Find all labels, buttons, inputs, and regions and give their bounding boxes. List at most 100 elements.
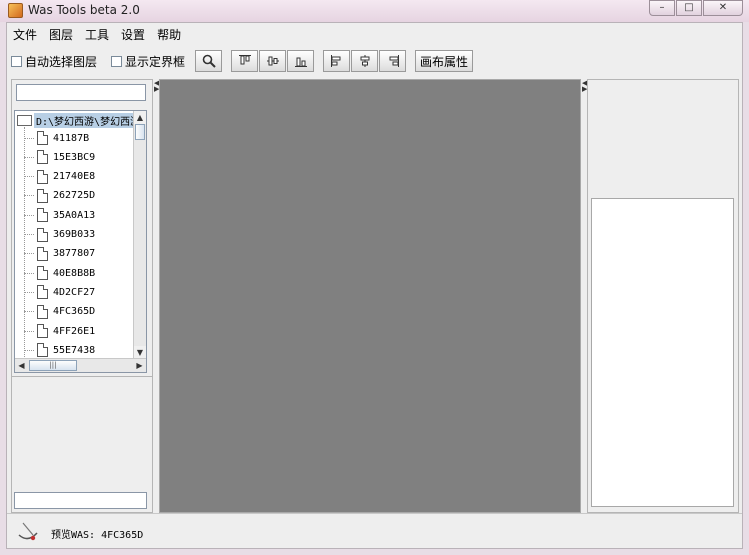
tree-node[interactable]: 4FF26E1 — [24, 322, 95, 340]
tree-node[interactable]: 262725D — [24, 187, 95, 205]
tree-connector — [24, 272, 34, 274]
align-vcenter-icon — [266, 56, 279, 66]
tree-node[interactable]: 369B033 — [24, 226, 95, 244]
tree-root-label: D:\梦幻西游\梦幻西游 — [34, 113, 143, 128]
tree-connector — [24, 137, 34, 139]
file-tree[interactable]: D:\梦幻西游\梦幻西游 41187B 15E3BC9 21740E8 262725D… — [14, 110, 147, 373]
zoom-button[interactable] — [195, 50, 223, 72]
tree-vertical-scrollbar[interactable]: ▲ ▼ — [133, 111, 146, 359]
menu-layer[interactable]: 图层 — [43, 26, 79, 43]
menu-tools[interactable]: 工具 — [79, 26, 115, 43]
align-right-button[interactable] — [379, 50, 407, 72]
preview-canvas[interactable] — [159, 79, 581, 513]
magnifier-icon — [202, 54, 216, 68]
show-bounds-label: 显示定界框 — [125, 54, 186, 69]
panel-divider[interactable] — [12, 376, 152, 377]
align-vcenter-button[interactable] — [259, 50, 287, 72]
align-hcenter-button[interactable] — [351, 50, 379, 72]
tree-node[interactable]: 55E7438 — [24, 341, 95, 359]
toolbar: 自动选择图层 显示定界框 画布属性 — [7, 47, 742, 75]
auto-select-layer-checkbox[interactable]: 自动选择图层 — [11, 53, 97, 70]
tree-node[interactable]: 3877807 — [24, 245, 95, 263]
tree-node[interactable]: 21740E8 — [24, 168, 95, 186]
folder-icon — [17, 115, 32, 126]
menu-settings[interactable]: 设置 — [115, 26, 151, 43]
layer-name-input[interactable] — [14, 492, 147, 509]
tree-node-label: 4FF26E1 — [53, 325, 96, 337]
show-bounds-checkbox[interactable]: 显示定界框 — [111, 53, 185, 70]
auto-select-layer-label: 自动选择图层 — [25, 54, 98, 69]
align-bottom-button[interactable] — [287, 50, 315, 72]
maximize-button[interactable]: □ — [676, 0, 702, 16]
checkbox-box[interactable] — [11, 55, 22, 67]
properties-area[interactable] — [591, 198, 734, 507]
tree-node-label: 40E8B8B — [53, 267, 96, 279]
tree-node-label: 369B033 — [53, 229, 96, 240]
file-icon — [37, 169, 48, 184]
scroll-left-icon[interactable]: ◀ — [15, 359, 28, 372]
align-top-icon — [238, 55, 251, 65]
canvas-properties-label: 画布属性 — [420, 54, 469, 69]
file-icon — [37, 208, 48, 223]
properties-panel — [587, 79, 739, 513]
tree-node-label: 15E3BC9 — [53, 151, 96, 163]
status-bar: 预览WAS: 4FC365D — [7, 513, 742, 550]
tree-horizontal-scrollbar[interactable]: ◀ ||| ▶ — [15, 358, 146, 372]
window-controls: – □ ✕ — [648, 0, 743, 16]
align-top-button[interactable] — [231, 50, 259, 72]
checkbox-box[interactable] — [111, 55, 123, 67]
scroll-thumb[interactable]: ||| — [29, 360, 77, 371]
app-icon — [8, 3, 23, 18]
title-bar: Was Tools beta 2.0 – □ ✕ — [0, 0, 749, 22]
tree-node[interactable]: 40E8B8B — [24, 264, 95, 282]
tree-node-label: 21740E8 — [53, 171, 96, 183]
tree-node-label: 35A0A13 — [53, 209, 96, 221]
menu-file[interactable]: 文件 — [7, 26, 43, 43]
tree-connector — [24, 176, 34, 178]
align-left-icon — [330, 55, 341, 67]
menu-bar: 文件 图层 工具 设置 帮助 — [7, 23, 742, 45]
file-icon — [37, 227, 48, 242]
scroll-thumb[interactable] — [135, 124, 145, 140]
align-left-button[interactable] — [323, 50, 351, 72]
app-client-area: 文件 图层 工具 设置 帮助 自动选择图层 显示定界框 画布属性 D:\梦幻西游… — [6, 22, 743, 549]
align-bottom-icon — [294, 57, 307, 67]
tree-node[interactable]: 15E3BC9 — [24, 148, 95, 166]
minimize-button[interactable]: – — [649, 0, 675, 16]
file-icon — [37, 246, 48, 261]
file-icon — [37, 150, 48, 165]
splitter-right-icon[interactable]: ◀ ▶ — [582, 80, 587, 93]
tree-connector — [24, 330, 34, 332]
close-button[interactable]: ✕ — [703, 0, 743, 16]
tree-node[interactable]: 4FC365D — [24, 303, 95, 321]
filter-input[interactable] — [16, 84, 146, 101]
tree-node[interactable]: 4D2CF27 — [24, 283, 95, 301]
tree-node-label: 4D2CF27 — [53, 286, 96, 298]
tree-connector — [24, 349, 34, 351]
scroll-up-icon[interactable]: ▲ — [134, 111, 146, 124]
menu-help[interactable]: 帮助 — [151, 26, 187, 43]
tree-connector — [24, 234, 34, 235]
tree-connector — [24, 156, 34, 158]
status-text: 预览WAS: 4FC365D — [51, 530, 144, 541]
tree-root[interactable]: D:\梦幻西游\梦幻西游 — [17, 113, 143, 128]
tree-connector — [24, 311, 34, 313]
tree-node[interactable]: 35A0A13 — [24, 206, 95, 224]
file-icon — [37, 324, 48, 338]
splitter-left-icon[interactable]: ◀ ▶ — [154, 80, 159, 93]
tree-node-label: 55E7438 — [53, 344, 96, 356]
file-icon — [37, 188, 48, 203]
tree-connector — [24, 195, 34, 197]
tree-node-label: 41187B — [53, 132, 90, 144]
canvas-properties-button[interactable]: 画布属性 — [415, 50, 474, 72]
tree-connector — [24, 291, 34, 293]
align-right-icon — [389, 55, 399, 67]
file-icon — [37, 343, 48, 358]
preview-status-icon — [18, 522, 38, 541]
file-icon — [37, 285, 48, 300]
tree-node[interactable]: 41187B — [24, 129, 89, 147]
tree-node-label: 4FC365D — [53, 306, 96, 318]
file-icon — [37, 304, 48, 319]
scroll-right-icon[interactable]: ▶ — [133, 359, 146, 372]
file-browser-panel: D:\梦幻西游\梦幻西游 41187B 15E3BC9 21740E8 262725D… — [11, 79, 153, 513]
